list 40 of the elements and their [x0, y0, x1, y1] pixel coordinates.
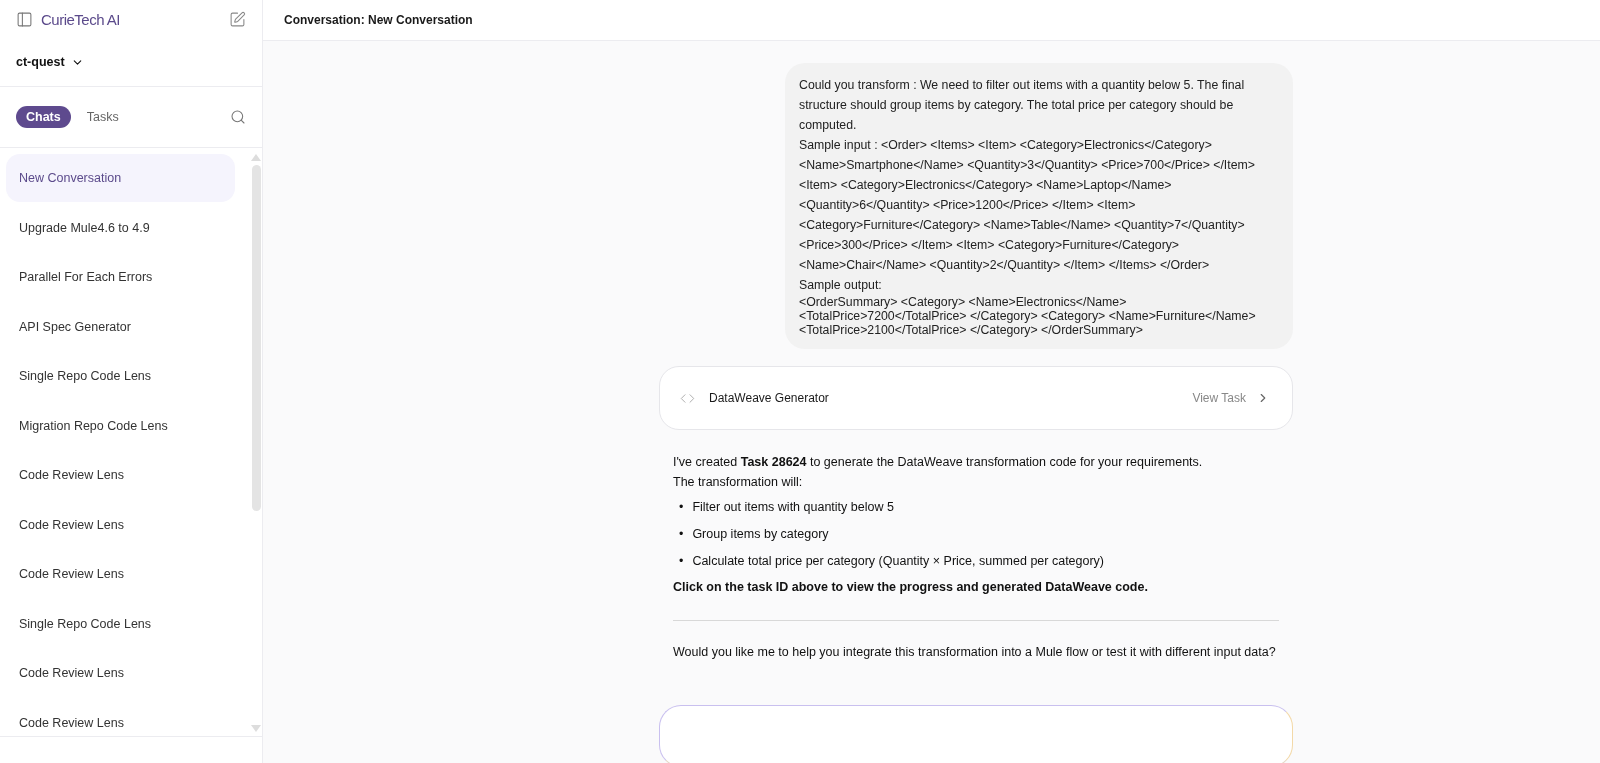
bullet-marker: • — [679, 499, 684, 516]
bullet-item: Filter out items with quantity below 5 — [692, 499, 894, 516]
conversation-item[interactable]: Code Review Lens — [6, 698, 235, 736]
message-text: Click on the task ID above to view the progress and generated DataWeave code. — [673, 579, 1149, 596]
code-line: <OrderSummary> <Category> <Name>Electronics</Name> — [799, 295, 1128, 309]
message-text: Would you like me to help you integrate this transformation into a Mule flow or test it with different input data? — [673, 644, 1277, 661]
conversation-item[interactable]: API Spec Generator — [6, 302, 235, 351]
bullet-item: Group items by category — [692, 526, 829, 543]
message-input-field[interactable] — [659, 705, 1293, 763]
conversation-item[interactable]: Single Repo Code Lens — [6, 352, 235, 400]
code-line: <TotalPrice>7200</TotalPrice> </Category> <Category> <Name>Furniture</Name> — [799, 309, 1257, 323]
task-title: DataWeave Generator — [709, 391, 830, 405]
message-text: Could you transform : We need to filter out items with a quantity below 5. The final structure should group items by category. The total price per category should be computed. — [799, 77, 1246, 134]
bullet-marker: • — [679, 553, 684, 570]
bullet-item: Calculate total price per category (Quantity × Price, summed per category) — [692, 553, 1105, 570]
conversation-item[interactable]: Code Review Lens — [6, 451, 235, 499]
conversation-item[interactable]: New Conversation — [6, 154, 235, 202]
message-text: Sample output: — [799, 277, 883, 294]
brand-name: CurieTech AI — [41, 10, 122, 28]
conversation-item[interactable]: Code Review Lens — [6, 550, 235, 598]
sidebar-tab[interactable]: Tasks — [76, 106, 129, 128]
sidebar-toggle-icon[interactable] — [16, 10, 33, 28]
task-card[interactable]: DataWeave Generator View Task — [659, 366, 1293, 430]
search-icon[interactable] — [230, 109, 246, 125]
conversation-item[interactable]: Upgrade Mule4.6 to 4.9 — [6, 203, 235, 252]
conversation-item[interactable]: Single Repo Code Lens — [6, 599, 235, 648]
view-task-button[interactable]: View Task — [1192, 391, 1270, 405]
sidebar-tab[interactable]: Chats — [16, 106, 71, 128]
code-line: <TotalPrice>2100</TotalPrice> </Category> </OrderSummary> — [799, 323, 1144, 337]
conversation-item[interactable]: Code Review Lens — [6, 500, 235, 549]
message-text: The transformation will: — [673, 474, 804, 491]
message-text: Sample input : <Order> <Items> <Item> <Category>Electronics</Category> <Name>Smartphone</Name> <Quantity>3</Quantity> <Price>700</Price> </Item> <Item> <Category>Electronics</Category> <Name>Laptop</Name> <Quantity>6</Quantity> <Price>1200</Price> </Item> <Item> <Category>Furniture</Category> <Name>Table</Name> <Quantity>7</Quantity> <Price>300</Price> </Item> <Item> <Category>Furniture</Category> <Name>Chair</Name> <Quantity>2</Quantity> </Item> </Items> </Order> — [799, 137, 1256, 274]
new-chat-icon[interactable] — [229, 10, 246, 28]
workspace-selector[interactable]: ct-quest — [16, 55, 84, 69]
conversation-title: Conversation: New Conversation — [284, 13, 473, 27]
conversation-item[interactable]: Migration Repo Code Lens — [6, 401, 235, 450]
conversation-item[interactable]: Parallel For Each Errors — [6, 253, 235, 301]
conversation-item[interactable]: Code Review Lens — [6, 649, 235, 697]
bullet-marker: • — [679, 526, 684, 543]
message-text: I've created Task 28624 to generate the DataWeave transformation code for your requirements. — [673, 454, 1204, 471]
